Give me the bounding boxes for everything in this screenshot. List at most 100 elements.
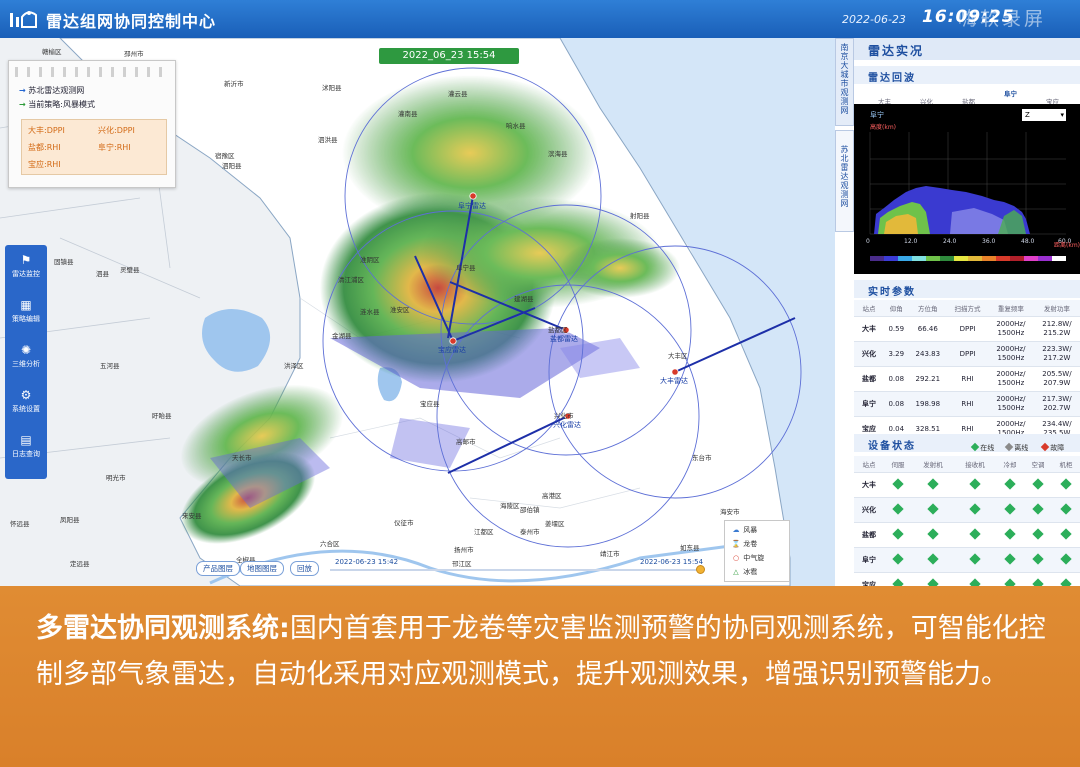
status-cell	[912, 522, 954, 548]
nav-system-settings[interactable]: ⚙ 系统设置	[5, 382, 47, 426]
param-cell: DPPI	[947, 316, 988, 342]
place-label: 盱眙县	[152, 412, 172, 420]
mode-item: 兴化:DPPI	[98, 126, 135, 135]
scope-x-tick: 12.0	[904, 238, 918, 245]
place-label: 高港区	[542, 492, 562, 500]
map-layer-button[interactable]: 地图图层	[240, 561, 284, 576]
params-title: 实时参数	[868, 287, 916, 298]
station-name: 盐都	[854, 522, 884, 548]
station-name: 阜宁	[854, 391, 884, 417]
online-status-icon	[1060, 552, 1072, 565]
timeline-track[interactable]	[330, 569, 702, 571]
place-label: 灵璧县	[120, 266, 140, 274]
place-label: 宝应县	[420, 400, 440, 408]
param-cell: 212.8W/ 215.2W	[1033, 316, 1080, 342]
online-status-icon	[1004, 552, 1016, 565]
params-section-header: 实时参数	[854, 280, 1080, 298]
place-label: 灌云县	[448, 90, 468, 98]
param-cell: 198.98	[908, 391, 948, 417]
symbol-legend: ☁ 风暴 ⌛ 龙卷 ○ 中气旋 △ 冰雹	[724, 520, 790, 582]
app-title: 雷达组网协同控制中心	[46, 12, 217, 31]
caption-text: 多雷达协同观测系统:国内首套用于龙卷等灾害监测预警的协同观测系统，可智能化控制多…	[36, 606, 1046, 698]
scope-x-tick: 36.0	[982, 238, 996, 245]
legend-offline: 离线	[1004, 442, 1028, 453]
timeline-handle[interactable]	[696, 565, 705, 574]
table-row[interactable]: 大丰 0.59 66.46 DPPI 2000Hz/ 1500Hz 212.8W/ 215…	[854, 316, 1080, 342]
nav-radar-monitor[interactable]: ⚑ 雷达监控	[5, 247, 47, 291]
station-name: 兴化	[854, 497, 884, 523]
place-label: 灌南县	[398, 110, 418, 118]
scope-radar-name: 阜宁	[870, 111, 884, 119]
nav-3d-analysis[interactable]: ✺ 三维分析	[5, 337, 47, 381]
current-date: 2022-06-23	[842, 13, 906, 26]
status-cell	[912, 497, 954, 523]
tab-subei-network[interactable]: 苏北雷达观测网	[835, 130, 854, 232]
online-status-icon	[892, 502, 904, 515]
station-name: 大丰	[854, 472, 884, 498]
mode-item: 阜宁:RHI	[98, 143, 131, 152]
mode-item: 大丰:DPPI	[28, 126, 65, 135]
place-label: 泗洪县	[318, 136, 338, 144]
place-label: 盐都区	[548, 326, 568, 334]
arrow-icon: →	[19, 100, 26, 109]
status-cell	[884, 497, 912, 523]
online-status-icon	[969, 527, 981, 540]
param-cell: 223.3W/ 217.2W	[1033, 341, 1080, 367]
place-label: 天长市	[232, 454, 252, 462]
logo-icon	[10, 11, 37, 28]
nav-log-query[interactable]: ▤ 日志查询	[5, 427, 47, 471]
online-status-icon	[1032, 477, 1044, 490]
param-cell: 66.46	[908, 316, 948, 342]
product-layer-button[interactable]: 产品图层	[196, 561, 240, 576]
status-cell	[884, 472, 912, 498]
online-status-icon	[1060, 527, 1072, 540]
nav-strategy-edit[interactable]: ▦ 策略编辑	[5, 292, 47, 336]
playback-button[interactable]: 回放	[290, 561, 319, 576]
product-select[interactable]: Z ▾	[1022, 109, 1066, 121]
caption-banner: 多雷达协同观测系统:国内首套用于龙卷等灾害监测预警的协同观测系统，可智能化控制多…	[0, 586, 1080, 767]
place-label: 姜堰区	[545, 520, 565, 528]
station-name: 阜宁	[854, 547, 884, 573]
place-label: 六合区	[320, 540, 340, 548]
legend-tornado: ⌛ 龙卷	[731, 540, 758, 548]
place-label: 固镇县	[54, 258, 74, 266]
radar-tab-funing[interactable]: 阜宁	[1004, 88, 1017, 98]
tab-nanjing-network[interactable]: 南京大城市观测网	[835, 38, 854, 126]
table-row[interactable]: 兴化	[854, 497, 1080, 523]
status-cell	[912, 547, 954, 573]
map-view[interactable]: 赣榆区东海县新沂市邳州市沭阳县宿豫区泗阳县泗洪县灌南县灌云县响水县滨海县射阳县阜…	[0, 38, 835, 586]
place-label: 阜宁县	[456, 264, 476, 272]
table-row[interactable]: 盐都 0.08 292.21 RHI 2000Hz/ 1500Hz 205.5W/ 207…	[854, 366, 1080, 392]
tornado-icon: ⌛	[731, 540, 741, 548]
table-row[interactable]: 盐都	[854, 522, 1080, 548]
param-cell: RHI	[947, 366, 988, 392]
dafeng-radar-site	[671, 368, 679, 376]
place-label: 五河县	[100, 362, 120, 370]
radar-live-header: 雷达实况	[854, 38, 1080, 60]
legend-hail: △ 冰雹	[731, 567, 757, 577]
table-row[interactable]: 大丰	[854, 472, 1080, 498]
online-status-icon	[969, 502, 981, 515]
status-cell	[1024, 497, 1052, 523]
online-status-icon	[927, 477, 939, 490]
online-status-icon	[927, 502, 939, 515]
place-label: 江都区	[474, 528, 494, 536]
network-row[interactable]: → 苏北雷达观测网	[19, 85, 84, 96]
place-label: 高邮市	[456, 438, 476, 446]
table-row[interactable]: 兴化 3.29 243.83 DPPI 2000Hz/ 1500Hz 223.3W/ 21…	[854, 341, 1080, 367]
arrow-icon: →	[19, 86, 26, 95]
log-icon: ▤	[20, 433, 32, 447]
chevron-down-icon: ▾	[1060, 111, 1064, 119]
online-status-icon	[1032, 552, 1044, 565]
param-cell: 3.29	[884, 341, 909, 367]
online-status-icon	[969, 552, 981, 565]
online-status-icon	[1060, 502, 1072, 515]
table-row[interactable]: 阜宁	[854, 547, 1080, 573]
param-cell: DPPI	[947, 341, 988, 367]
place-label: 射阳县	[630, 212, 650, 220]
dafeng-radar-label: 大丰雷达	[660, 377, 688, 385]
place-label: 涟水县	[360, 308, 380, 316]
table-row[interactable]: 阜宁 0.08 198.98 RHI 2000Hz/ 1500Hz 217.3W/ 202…	[854, 391, 1080, 417]
strategy-row[interactable]: → 当前策略:风暴模式	[19, 99, 95, 110]
station-name: 盐都	[854, 366, 884, 392]
